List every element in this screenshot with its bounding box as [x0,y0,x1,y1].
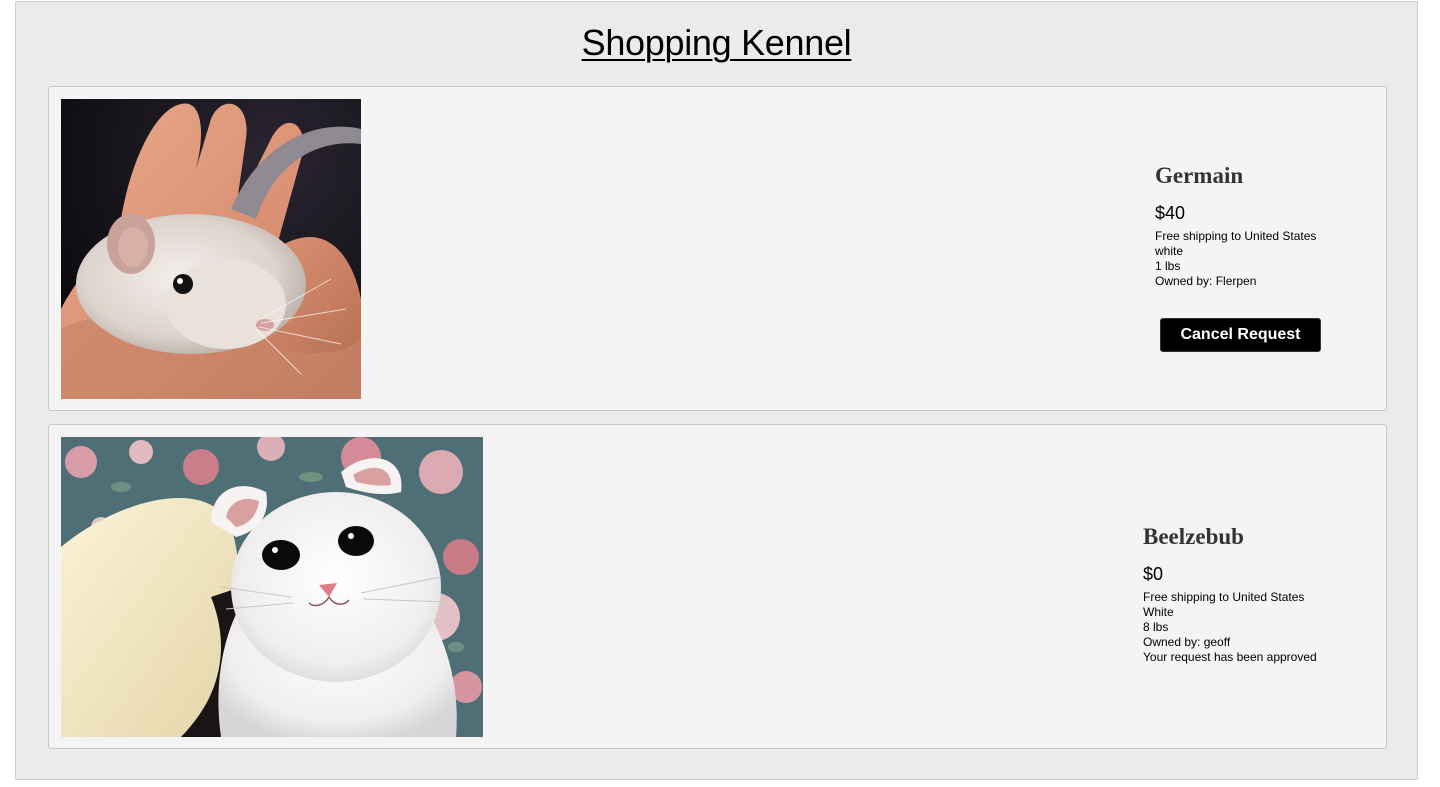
pet-owner: Owned by: geoff [1143,635,1231,649]
pet-weight: 8 lbs [1143,620,1169,634]
pet-color: white [1155,244,1184,258]
cancel-request-button[interactable]: Cancel Request [1160,318,1321,352]
kennel-container: Shopping Kennel Germain $40 Free shippin… [15,1,1418,780]
pet-photo-mouse [61,99,361,399]
pet-price: $0 [1143,564,1164,584]
page-title: Shopping Kennel [581,22,852,63]
pet-owner: Owned by: Flerpen [1155,274,1257,288]
pet-weight: 1 lbs [1155,259,1181,273]
pet-name: Germain [1155,163,1244,188]
mouse-image [61,99,361,399]
pet-price: $40 [1155,203,1186,223]
shipping-text: Free shipping to United States [1155,229,1317,243]
pet-info-beelzebub: Beelzebub $0 Free shipping to United Sta… [1143,522,1317,665]
pet-name: Beelzebub [1143,524,1244,549]
pet-color: White [1143,605,1174,619]
cat-image [61,437,483,737]
pet-photo-cat [61,437,483,737]
pet-card-beelzebub: Beelzebub $0 Free shipping to United Sta… [48,424,1387,749]
pet-card-germain: Germain $40 Free shipping to United Stat… [48,86,1387,411]
pet-info-germain: Germain $40 Free shipping to United Stat… [1155,161,1316,289]
shipping-text: Free shipping to United States [1143,590,1305,604]
request-status: Your request has been approved [1143,650,1317,664]
